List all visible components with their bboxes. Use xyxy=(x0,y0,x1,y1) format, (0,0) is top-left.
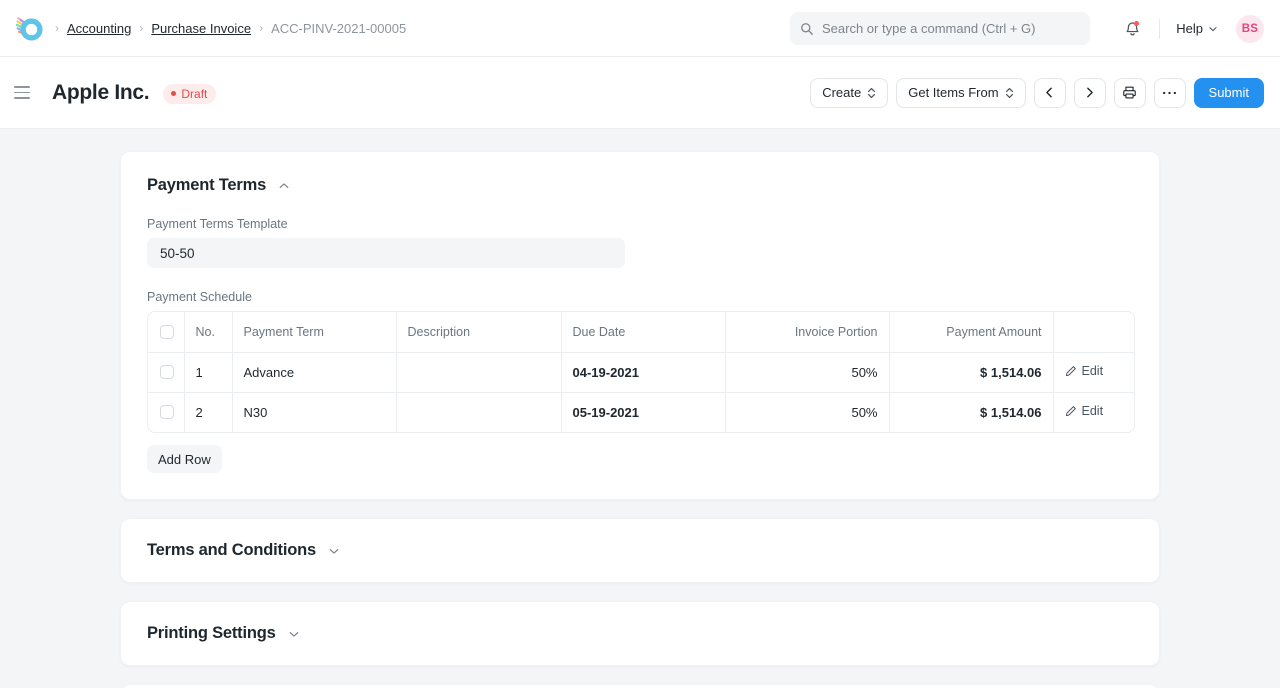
chevron-down-icon xyxy=(1208,24,1218,34)
column-header-actions xyxy=(1053,312,1135,352)
chevron-up-icon[interactable] xyxy=(278,180,290,192)
global-search[interactable] xyxy=(790,12,1090,45)
payment-terms-template-label: Payment Terms Template xyxy=(147,217,1133,231)
section-next-partial xyxy=(120,684,1160,688)
cell-due-date[interactable]: 05-19-2021 xyxy=(561,392,725,432)
payment-schedule-grid: No. Payment Term Description Due Date In… xyxy=(147,311,1135,433)
add-row-button[interactable]: Add Row xyxy=(147,445,222,473)
section-terms-and-conditions-title: Terms and Conditions xyxy=(147,541,316,560)
submit-button[interactable]: Submit xyxy=(1194,78,1264,108)
next-document-button[interactable] xyxy=(1074,78,1106,108)
ellipsis-icon xyxy=(1162,90,1177,96)
section-terms-and-conditions: Terms and Conditions xyxy=(120,518,1160,583)
cell-invoice-portion[interactable]: 50% xyxy=(725,352,889,392)
column-header-payment-amount[interactable]: Payment Amount xyxy=(889,312,1053,352)
status-badge: Draft xyxy=(163,84,216,104)
more-options-button[interactable] xyxy=(1154,78,1186,108)
payment-terms-template-input[interactable]: 50-50 xyxy=(147,238,625,268)
chevron-right-icon xyxy=(1083,86,1096,99)
row-edit-label: Edit xyxy=(1082,364,1104,378)
page-body: Payment Terms Payment Terms Template 50-… xyxy=(0,129,1280,688)
create-button[interactable]: Create xyxy=(810,78,888,108)
chevron-down-icon[interactable] xyxy=(328,545,340,557)
cell-description[interactable] xyxy=(396,352,561,392)
chevron-down-icon[interactable] xyxy=(288,628,300,640)
page-actions: Create Get Items From xyxy=(810,78,1264,108)
select-all-header[interactable] xyxy=(148,312,184,352)
section-printing-settings-title: Printing Settings xyxy=(147,624,276,643)
navbar-divider xyxy=(1159,19,1160,39)
pencil-icon xyxy=(1065,365,1077,377)
printer-icon xyxy=(1122,85,1137,100)
hamburger-icon[interactable] xyxy=(14,81,38,105)
section-payment-terms-title: Payment Terms xyxy=(147,176,266,195)
table-row[interactable]: 1 Advance 04-19-2021 50% $ 1,514.06 xyxy=(148,352,1135,392)
column-header-invoice-portion[interactable]: Invoice Portion xyxy=(725,312,889,352)
cell-no: 2 xyxy=(184,392,232,432)
row-checkbox[interactable] xyxy=(160,365,174,379)
search-input[interactable] xyxy=(822,21,1080,36)
row-checkbox[interactable] xyxy=(160,405,174,419)
frappe-logo-icon[interactable] xyxy=(14,13,44,43)
create-label: Create xyxy=(822,85,861,100)
cell-invoice-portion[interactable]: 50% xyxy=(725,392,889,432)
row-edit-label: Edit xyxy=(1082,404,1104,418)
section-printing-settings-header[interactable]: Printing Settings xyxy=(147,624,1133,643)
column-header-description[interactable]: Description xyxy=(396,312,561,352)
cell-edit[interactable]: Edit xyxy=(1053,392,1135,432)
row-edit-button[interactable]: Edit xyxy=(1065,364,1104,378)
status-dot-icon xyxy=(171,91,176,96)
help-menu-button[interactable]: Help xyxy=(1170,16,1224,41)
section-printing-settings: Printing Settings xyxy=(120,601,1160,666)
column-header-no[interactable]: No. xyxy=(184,312,232,352)
section-terms-and-conditions-header[interactable]: Terms and Conditions xyxy=(147,541,1133,560)
cell-no: 1 xyxy=(184,352,232,392)
cell-description[interactable] xyxy=(396,392,561,432)
navbar-right-tools: Help BS xyxy=(1115,0,1264,57)
column-header-payment-term[interactable]: Payment Term xyxy=(232,312,396,352)
breadcrumb: › Accounting › Purchase Invoice › ACC-PI… xyxy=(48,21,406,36)
row-edit-button[interactable]: Edit xyxy=(1065,404,1104,418)
section-payment-terms-header[interactable]: Payment Terms xyxy=(147,176,1133,195)
row-select-cell[interactable] xyxy=(148,392,184,432)
prev-document-button[interactable] xyxy=(1034,78,1066,108)
breadcrumb-item-purchase-invoice[interactable]: Purchase Invoice xyxy=(151,21,251,36)
payment-schedule-table: No. Payment Term Description Due Date In… xyxy=(148,312,1135,432)
avatar[interactable]: BS xyxy=(1236,15,1264,43)
column-header-due-date[interactable]: Due Date xyxy=(561,312,725,352)
cell-payment-amount[interactable]: $ 1,514.06 xyxy=(889,352,1053,392)
row-select-cell[interactable] xyxy=(148,352,184,392)
up-down-chevron-icon xyxy=(867,87,876,99)
cell-edit[interactable]: Edit xyxy=(1053,352,1135,392)
up-down-chevron-icon xyxy=(1005,87,1014,99)
breadcrumb-separator-2: › xyxy=(252,22,270,34)
form-layout: Payment Terms Payment Terms Template 50-… xyxy=(120,129,1160,688)
cell-payment-amount[interactable]: $ 1,514.06 xyxy=(889,392,1053,432)
section-payment-terms: Payment Terms Payment Terms Template 50-… xyxy=(120,151,1160,500)
pencil-icon xyxy=(1065,405,1077,417)
chevron-left-icon xyxy=(1043,86,1056,99)
breadcrumb-item-current-doc: ACC-PINV-2021-00005 xyxy=(271,21,406,36)
payment-schedule-label: Payment Schedule xyxy=(147,290,1133,304)
get-items-from-label: Get Items From xyxy=(908,85,998,100)
breadcrumb-separator-0: › xyxy=(48,22,66,34)
help-label: Help xyxy=(1176,21,1203,36)
breadcrumb-separator-1: › xyxy=(132,22,150,34)
status-label: Draft xyxy=(181,87,207,101)
table-header-row: No. Payment Term Description Due Date In… xyxy=(148,312,1135,352)
cell-payment-term[interactable]: N30 xyxy=(232,392,396,432)
notifications-button[interactable] xyxy=(1115,12,1149,46)
notification-unread-dot xyxy=(1134,21,1139,26)
table-row[interactable]: 2 N30 05-19-2021 50% $ 1,514.06 xyxy=(148,392,1135,432)
search-icon xyxy=(800,22,814,36)
print-button[interactable] xyxy=(1114,78,1146,108)
select-all-checkbox[interactable] xyxy=(160,325,174,339)
cell-payment-term[interactable]: Advance xyxy=(232,352,396,392)
page-header: Apple Inc. Draft Create Get Items From xyxy=(0,57,1280,129)
page-title: Apple Inc. xyxy=(52,81,149,105)
breadcrumb-item-accounting[interactable]: Accounting xyxy=(67,21,131,36)
top-navbar: › Accounting › Purchase Invoice › ACC-PI… xyxy=(0,0,1280,57)
get-items-from-button[interactable]: Get Items From xyxy=(896,78,1025,108)
cell-due-date[interactable]: 04-19-2021 xyxy=(561,352,725,392)
